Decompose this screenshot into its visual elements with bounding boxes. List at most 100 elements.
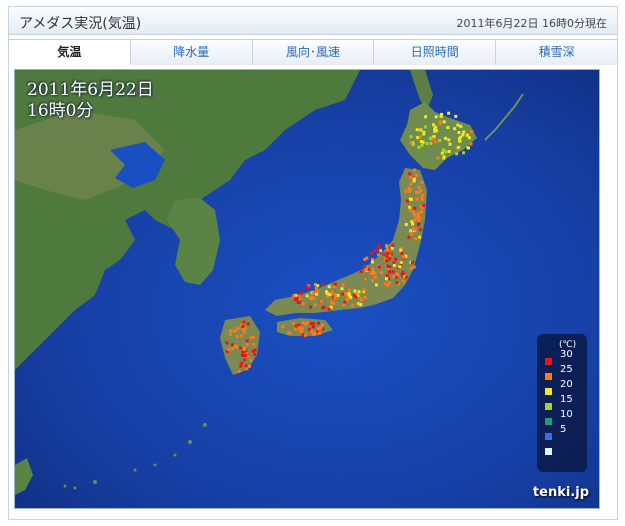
station-dot	[373, 271, 377, 275]
station-dot	[412, 210, 416, 214]
station-dot	[442, 156, 446, 160]
station-dot	[225, 341, 229, 345]
map-time: 16時0分	[27, 101, 94, 121]
station-dot	[341, 283, 345, 287]
legend-label: 5	[560, 424, 567, 435]
tab-precipitation[interactable]: 降水量	[130, 39, 253, 65]
station-dot	[239, 334, 243, 338]
station-dot	[444, 136, 447, 140]
station-dot	[377, 244, 381, 248]
station-dot	[376, 249, 380, 253]
station-dot	[412, 177, 416, 181]
station-dot	[294, 298, 298, 302]
station-dot	[416, 223, 420, 227]
station-dot	[408, 188, 412, 192]
station-dot	[422, 203, 426, 207]
station-dot	[434, 115, 438, 119]
station-dot	[232, 329, 236, 333]
station-dot	[242, 330, 246, 334]
station-dot	[442, 120, 446, 124]
station-dot	[394, 257, 398, 261]
station-dot	[231, 347, 234, 350]
station-dot	[401, 271, 405, 274]
station-dot	[327, 285, 331, 289]
station-dot	[390, 247, 394, 250]
temperature-map[interactable]: 2011年6月22日 16時0分 (℃) 30 25 20 15 10 5 tenki.j…	[14, 69, 600, 509]
station-dot	[410, 232, 414, 236]
station-dot	[292, 294, 296, 298]
station-dot	[400, 251, 404, 255]
station-dot	[312, 296, 316, 300]
station-dot	[412, 227, 415, 231]
station-dot	[388, 257, 392, 261]
station-dot	[347, 292, 351, 296]
station-dot	[374, 283, 378, 287]
station-dot	[424, 115, 428, 119]
station-dot	[305, 294, 309, 298]
station-dot	[436, 156, 440, 160]
station-dot	[243, 358, 247, 362]
station-dot	[402, 255, 405, 259]
station-dot	[365, 256, 369, 260]
legend-label: 25	[560, 364, 573, 375]
station-dot	[304, 333, 307, 337]
station-dot	[239, 346, 242, 350]
station-dot	[382, 252, 386, 256]
station-dot	[465, 133, 469, 137]
station-dot	[440, 151, 444, 155]
tab-sunshine[interactable]: 日照時間	[374, 39, 497, 65]
station-dot	[333, 293, 337, 296]
station-dot	[415, 128, 419, 132]
station-dot	[401, 279, 405, 283]
station-dot	[342, 303, 346, 307]
station-dot	[462, 151, 466, 155]
station-dot	[417, 211, 421, 215]
station-dot	[243, 348, 247, 352]
station-dot	[236, 326, 240, 330]
legend-swatch	[545, 448, 552, 455]
station-dot	[415, 216, 419, 220]
station-dot	[425, 142, 429, 146]
station-dot	[237, 369, 241, 373]
legend-swatch	[545, 358, 552, 365]
station-dot	[299, 330, 303, 333]
tab-wind[interactable]: 風向･風速	[252, 39, 375, 65]
station-dot	[311, 291, 315, 295]
legend-swatch	[545, 373, 552, 380]
station-dot	[377, 265, 381, 269]
station-dot	[293, 327, 297, 331]
legend-swatch	[545, 418, 552, 425]
station-dot	[420, 143, 424, 147]
station-dot	[362, 288, 366, 292]
station-dot	[421, 140, 425, 144]
station-dot	[370, 260, 374, 264]
station-dot	[408, 205, 412, 209]
station-dot	[312, 332, 316, 336]
station-dot	[407, 235, 411, 239]
station-dot	[418, 228, 422, 232]
station-dot	[359, 298, 363, 302]
station-dot	[396, 273, 400, 277]
tab-snow-depth[interactable]: 積雪深	[496, 39, 617, 65]
station-dot	[352, 293, 356, 297]
station-dot	[388, 281, 392, 285]
station-dot	[351, 304, 354, 308]
station-dot	[395, 281, 399, 285]
station-dot	[301, 302, 305, 306]
station-dot	[423, 125, 427, 129]
station-dot	[301, 333, 305, 337]
station-dot	[412, 265, 416, 269]
station-dot	[322, 305, 326, 309]
station-dot	[404, 275, 408, 279]
station-dot	[431, 137, 435, 141]
station-dot	[371, 267, 375, 271]
tab-temperature[interactable]: 気温	[9, 39, 131, 65]
panel-title: アメダス実況(気温)	[19, 16, 142, 32]
station-dot	[415, 197, 419, 201]
station-dot	[404, 189, 408, 193]
station-dot	[438, 120, 442, 124]
station-dot	[247, 322, 250, 326]
station-dot	[348, 288, 351, 292]
station-dot	[252, 343, 256, 347]
station-dot	[251, 336, 255, 339]
